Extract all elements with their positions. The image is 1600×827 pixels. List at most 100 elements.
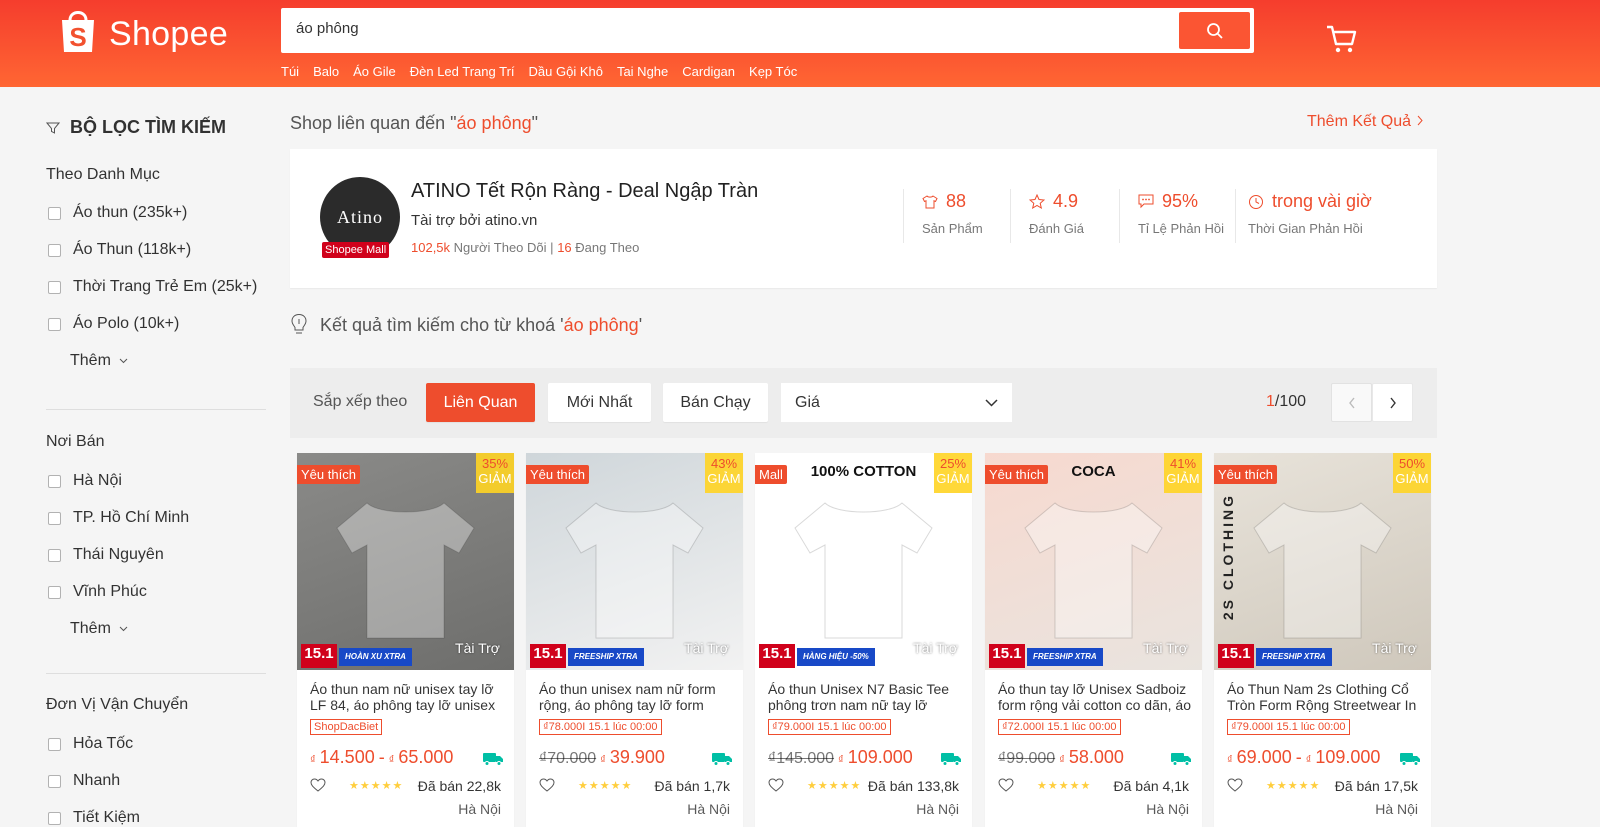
divider (46, 673, 266, 674)
shipping-filter-item[interactable]: Tiết Kiệm (48, 809, 140, 827)
checkbox[interactable] (48, 474, 61, 488)
checkbox[interactable] (48, 317, 61, 331)
search-button[interactable] (1179, 12, 1250, 49)
svg-text:S: S (69, 22, 86, 52)
discount-badge: 50% GIẢM (1393, 453, 1431, 493)
checkbox[interactable] (48, 511, 61, 525)
more-results-link[interactable]: Thêm Kết Quả (1307, 113, 1424, 131)
discount-badge: 35% GIẢM (476, 453, 514, 493)
checkbox[interactable] (48, 243, 61, 257)
location-filter-item[interactable]: Thái Nguyên (48, 546, 164, 564)
price-sort-select[interactable]: Giá (781, 383, 1012, 422)
promo-badge: HÀNG HIỆU -50% (797, 648, 875, 666)
shopee-logo[interactable]: S Shopee (56, 6, 228, 54)
product-name[interactable]: Áo thun nam nữ unisex tay lỡ LF 84, áo p… (310, 681, 504, 714)
product-card[interactable]: 2S CLOTHING Yêu thích 50% GIẢM 15.1 FREESHIP … (1214, 453, 1431, 827)
prev-page-button[interactable] (1331, 383, 1372, 422)
sort-label: Sắp xếp theo (313, 393, 408, 410)
followers-count: 102,5k (411, 240, 451, 255)
product-price: ₫ 14.500- ₫ 65.000 (310, 747, 453, 768)
shop-card[interactable]: Atino Shopee Mall ATINO Tết Rộn Ràng - D… (290, 149, 1437, 288)
product-label-badge: Yêu thích (297, 465, 360, 484)
checkbox[interactable] (48, 774, 61, 788)
product-image[interactable]: COCA Yêu thích 41% GIẢM 15.1 FREESHIP XTRA Tài… (985, 453, 1202, 670)
price-high: 65.000 (398, 747, 454, 767)
product-name[interactable]: Áo thun tay lỡ Unisex Sadboiz form rộng … (998, 681, 1192, 714)
product-card[interactable]: Yêu thích 35% GIẢM 15.1 HOÀN XU XTRA Tài Trợ Á… (297, 453, 514, 827)
free-shipping-truck-icon (1400, 753, 1420, 766)
category-filter-item[interactable]: Áo Polo (10k+) (48, 315, 179, 333)
heart-icon[interactable] (539, 778, 555, 792)
location-filter-item[interactable]: Vĩnh Phúc (48, 583, 147, 601)
location-filter-item[interactable]: TP. Hồ Chí Minh (48, 509, 189, 527)
heading-keyword: áo phông (456, 113, 532, 133)
price-low: 14.500 (319, 747, 375, 767)
keyword-link[interactable]: Kẹp Tóc (749, 64, 797, 79)
product-image[interactable]: 100% COTTON Mall 25% GIẢM 15.1 HÀNG HIỆU -50%… (755, 453, 972, 670)
chevron-down-icon (119, 358, 128, 364)
category-more-button[interactable]: Thêm (70, 352, 128, 370)
cart-icon[interactable] (1325, 22, 1359, 56)
heart-icon[interactable] (768, 778, 784, 792)
product-image[interactable]: Yêu thích 35% GIẢM 15.1 HOÀN XU XTRA Tài Trợ (297, 453, 514, 670)
checkbox[interactable] (48, 280, 61, 294)
shirt-icon (922, 194, 938, 208)
discount-label: GIẢM (707, 471, 741, 486)
category-filter-item[interactable]: Áo thun (235k+) (48, 204, 187, 222)
sold-count: Đã bán 17,5k (1334, 778, 1418, 794)
keyword-link[interactable]: Balo (313, 64, 339, 79)
lightbulb-icon (291, 313, 307, 334)
sort-newest-button[interactable]: Mới Nhất (548, 383, 651, 422)
sold-count: Đã bán 4,1k (1113, 778, 1190, 794)
sort-bestseller-button[interactable]: Bán Chạy (663, 383, 768, 422)
discount-badge: 43% GIẢM (705, 453, 743, 493)
product-card[interactable]: Yêu thích 43% GIẢM 15.1 FREESHIP XTRA Tài Trợ… (526, 453, 743, 827)
heart-icon[interactable] (998, 778, 1014, 792)
currency-symbol: ₫ (600, 754, 606, 766)
star-outline-icon (1029, 194, 1045, 209)
checkbox-label: Áo Polo (10k+) (73, 315, 180, 332)
checkbox[interactable] (48, 548, 61, 562)
product-sub-tag: ₫79.000I 15.1 lúc 00:00 (1227, 719, 1350, 735)
stat-value: 95% (1162, 191, 1199, 211)
keyword-link[interactable]: Dầu Gội Khô (529, 64, 603, 79)
category-filter-item[interactable]: Áo Thun (118k+) (48, 241, 191, 259)
shipping-filter-item[interactable]: Hỏa Tốc (48, 735, 133, 753)
search-input[interactable] (296, 20, 1156, 37)
keyword-link[interactable]: Túi (281, 64, 299, 79)
product-image[interactable]: 2S CLOTHING Yêu thích 50% GIẢM 15.1 FREESHIP … (1214, 453, 1431, 670)
chevron-down-icon (119, 626, 128, 632)
location-more-button[interactable]: Thêm (70, 620, 128, 638)
original-price: ₫99.000 (998, 750, 1056, 767)
checkbox[interactable] (48, 737, 61, 751)
product-image[interactable]: Yêu thích 43% GIẢM 15.1 FREESHIP XTRA Tài Trợ (526, 453, 743, 670)
heart-icon[interactable] (1227, 778, 1243, 792)
keyword-link[interactable]: Cardigan (682, 64, 735, 79)
product-name[interactable]: Áo thun Unisex N7 Basic Tee phông trơn n… (768, 681, 962, 714)
shop-sponsor: Tài trợ bởi atino.vn (411, 212, 538, 229)
category-filter-item[interactable]: Thời Trang Trẻ Em (25k+) (48, 278, 257, 296)
sort-relevance-button[interactable]: Liên Quan (426, 383, 535, 422)
keyword-link[interactable]: Đèn Led Trang Trí (410, 64, 515, 79)
shipping-filter-item[interactable]: Nhanh (48, 772, 120, 790)
more-results-label: Thêm Kết Quả (1307, 113, 1412, 130)
product-card[interactable]: COCA Yêu thích 41% GIẢM 15.1 FREESHIP XTRA Tài… (985, 453, 1202, 827)
shop-name[interactable]: ATINO Tết Rộn Ràng - Deal Ngập Tràn (411, 180, 758, 203)
checkbox[interactable] (48, 585, 61, 599)
checkbox-label: TP. Hồ Chí Minh (73, 509, 190, 526)
location-filter-item[interactable]: Hà Nội (48, 472, 122, 490)
product-name[interactable]: Áo Thun Nam 2s Clothing Cổ Tròn Form Rộn… (1227, 681, 1421, 714)
page-current: 1 (1266, 393, 1275, 410)
price-low: 58.000 (1068, 747, 1124, 767)
keyword-link[interactable]: Tai Nghe (617, 64, 668, 79)
checkbox[interactable] (48, 811, 61, 825)
keyword-link[interactable]: Áo Gile (353, 64, 396, 79)
product-card[interactable]: 100% COTTON Mall 25% GIẢM 15.1 HÀNG HIỆU -50%… (755, 453, 972, 827)
clock-icon (1249, 194, 1263, 209)
checkbox[interactable] (48, 206, 61, 220)
discount-percent: 50% (1398, 456, 1426, 471)
chevron-right-icon (1417, 115, 1423, 126)
heart-icon[interactable] (310, 778, 326, 792)
product-name[interactable]: Áo thun unisex nam nữ form rộng, áo phôn… (539, 681, 733, 714)
next-page-button[interactable] (1372, 383, 1413, 422)
